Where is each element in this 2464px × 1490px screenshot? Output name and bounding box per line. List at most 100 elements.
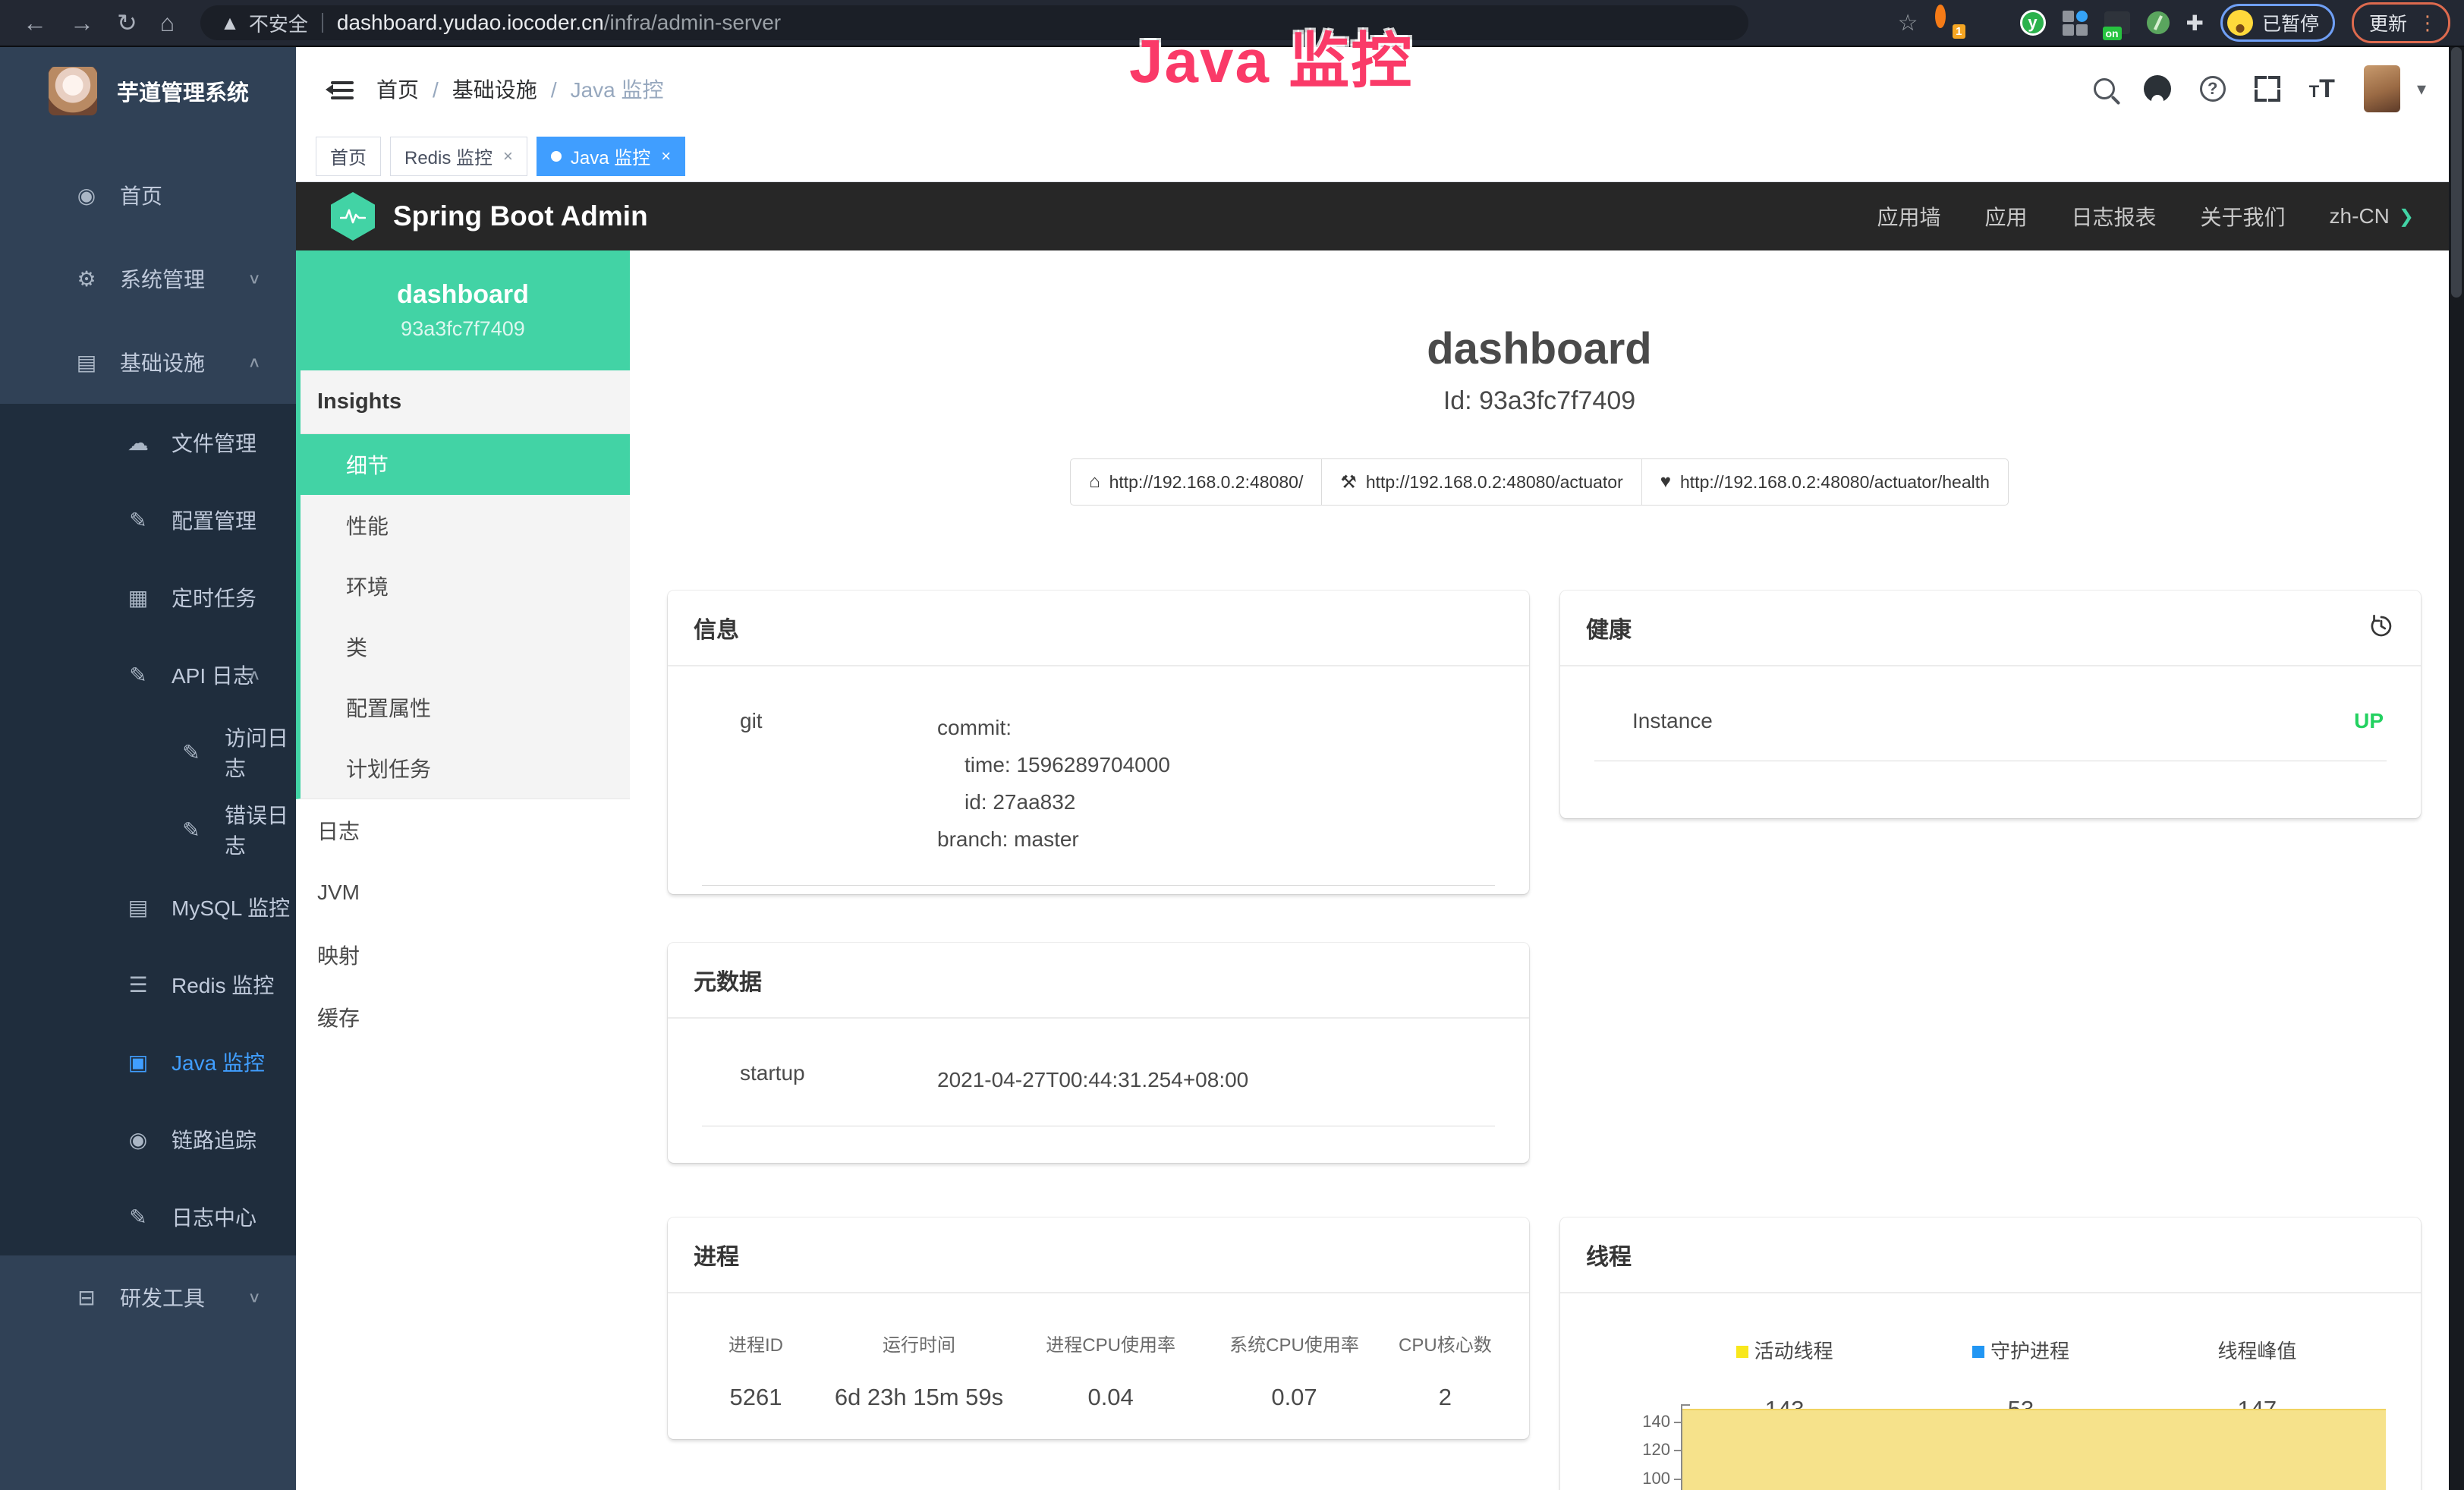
app-logo-row[interactable]: 芋道管理系统	[0, 47, 296, 131]
chevron-up-icon: ∧	[247, 353, 261, 370]
sba-item-environment[interactable]: 环境	[301, 556, 630, 616]
bookmark-star-icon[interactable]: ☆	[1898, 10, 1918, 36]
tab-java-monitor[interactable]: Java 监控 ×	[537, 137, 685, 176]
url-host[interactable]: dashboard.yudao.iocoder.cn	[337, 11, 604, 35]
tab-redis-monitor[interactable]: Redis 监控 ×	[390, 137, 527, 176]
sba-brand[interactable]: Spring Boot Admin	[331, 192, 648, 241]
service-url-button[interactable]: ⌂ http://192.168.0.2:48080/	[1070, 458, 1322, 506]
extensions-puzzle-icon[interactable]: ✚	[2186, 11, 2204, 36]
update-button[interactable]: 更新 ⋮	[2352, 2, 2450, 43]
column-header: 系统CPU使用率	[1204, 1330, 1384, 1356]
sidebar-item-label: 系统管理	[120, 263, 205, 294]
sba-item-logging[interactable]: 日志	[296, 799, 630, 862]
reload-icon[interactable]: ↻	[117, 11, 137, 35]
health-url-button[interactable]: ♥ http://192.168.0.2:48080/actuator/heal…	[1641, 458, 2009, 506]
chevron-down-icon: ∨	[247, 1288, 261, 1306]
sidebar-item-api-log[interactable]: ✎ API 日志 ∧	[0, 636, 296, 713]
extension-icon-3[interactable]: y	[2020, 10, 2046, 36]
git-id-line: id: 27aa832	[937, 783, 1170, 821]
help-icon[interactable]: ?	[2200, 76, 2226, 102]
extension-icon-1[interactable]: 1	[1935, 10, 1961, 36]
breadcrumb-home[interactable]: 首页	[376, 74, 419, 104]
extension-icon-6[interactable]	[2147, 11, 2170, 34]
url-path[interactable]: /infra/admin-server	[604, 11, 781, 35]
browser-right-cluster: ☆ 1 y on ✚ 已暂停 更新 ⋮	[1898, 2, 2450, 43]
close-icon[interactable]: ×	[503, 146, 513, 166]
card-title: 线程	[1586, 1238, 1632, 1271]
sba-content: dashboard Id: 93a3fc7f7409 ⌂ http://192.…	[630, 250, 2449, 1490]
sba-item-scheduled-tasks[interactable]: 计划任务	[301, 738, 630, 799]
breadcrumb-infrastructure[interactable]: 基础设施	[419, 74, 537, 104]
tab-label: Java 监控	[571, 143, 650, 169]
sidebar-item-mysql-monitor[interactable]: ▤ MySQL 监控	[0, 868, 296, 946]
tab-home[interactable]: 首页	[316, 137, 381, 176]
locale-select[interactable]: zh-CN ❯	[2330, 204, 2414, 228]
back-icon[interactable]: ←	[23, 11, 47, 35]
app-title: 芋道管理系统	[117, 75, 249, 107]
chevron-down-icon[interactable]: ▾	[2417, 78, 2426, 100]
sidebar-item-trace[interactable]: ◉ 链路追踪	[0, 1101, 296, 1178]
actuator-url-button[interactable]: ⚒ http://192.168.0.2:48080/actuator	[1321, 458, 1641, 506]
sidebar-item-home[interactable]: ◉ 首页	[0, 153, 296, 237]
row-label: Instance	[1632, 709, 1713, 733]
user-avatar[interactable]	[2364, 65, 2400, 112]
pulse-line	[340, 207, 366, 225]
card-title: 健康	[1586, 611, 1632, 644]
page-scrollbar[interactable]	[2449, 47, 2464, 1490]
sidebar-item-redis-monitor[interactable]: ☰ Redis 监控	[0, 946, 296, 1023]
sidebar-item-config-manage[interactable]: ✎ 配置管理	[0, 481, 296, 559]
instance-header-block[interactable]: dashboard 93a3fc7f7409	[296, 250, 630, 370]
sba-item-details[interactable]: 细节	[301, 434, 630, 495]
sba-item-metrics[interactable]: 性能	[301, 495, 630, 556]
extension-icon-4[interactable]	[2063, 11, 2088, 36]
font-size-icon[interactable]: TT	[2309, 74, 2335, 104]
fullscreen-icon[interactable]	[2255, 76, 2280, 102]
sba-item-caches[interactable]: 缓存	[296, 986, 630, 1048]
nav-applications[interactable]: 应用	[1985, 201, 2028, 232]
sidebar-item-file-manage[interactable]: ☁ 文件管理	[0, 404, 296, 481]
sidebar-item-error-log[interactable]: ✎ 错误日志	[0, 791, 296, 868]
update-label: 更新	[2369, 9, 2407, 36]
scrollbar-thumb[interactable]	[2451, 47, 2462, 298]
sba-item-classes[interactable]: 类	[301, 616, 630, 677]
extension-icon-5[interactable]: on	[2104, 11, 2130, 34]
nav-journal[interactable]: 日志报表	[2072, 201, 2157, 232]
address-bar[interactable]: ▲ 不安全 dashboard.yudao.iocoder.cn /infra/…	[200, 5, 1748, 40]
infrastructure-submenu: ☁ 文件管理 ✎ 配置管理 ▦ 定时任务 ✎ API 日志 ∧ ✎	[0, 404, 296, 1255]
security-warning-icon[interactable]: ▲	[220, 11, 240, 35]
sidebar-item-infrastructure[interactable]: ▤ 基础设施 ∧	[0, 320, 296, 404]
forward-icon[interactable]: →	[70, 11, 94, 35]
sba-item-jvm[interactable]: JVM	[296, 862, 630, 924]
close-icon[interactable]: ×	[661, 146, 671, 166]
nav-about[interactable]: 关于我们	[2201, 201, 2286, 232]
sba-item-config-props[interactable]: 配置属性	[301, 677, 630, 738]
sidebar-item-access-log[interactable]: ✎ 访问日志	[0, 713, 296, 791]
git-time-line: time: 1596289704000	[937, 746, 1170, 783]
column-header: 运行时间	[821, 1330, 1017, 1356]
github-icon[interactable]	[2144, 75, 2171, 102]
extension-icon-2[interactable]	[1978, 10, 2003, 36]
page-title: dashboard	[630, 323, 2449, 374]
history-icon[interactable]	[2368, 613, 2395, 644]
security-label[interactable]: 不安全	[249, 9, 308, 37]
card-title: 信息	[694, 611, 739, 644]
legend-label: 活动线程	[1754, 1340, 1833, 1362]
sidebar-item-java-monitor[interactable]: ▣ Java 监控	[0, 1023, 296, 1101]
sidebar-item-system[interactable]: ⚙ 系统管理 ∨	[0, 237, 296, 320]
sidebar-item-label: MySQL 监控	[172, 892, 290, 922]
git-branch-line: branch: master	[937, 821, 1170, 858]
sidebar-item-log-center[interactable]: ✎ 日志中心	[0, 1178, 296, 1255]
search-icon[interactable]	[2094, 78, 2115, 99]
sba-item-mappings[interactable]: 映射	[296, 924, 630, 986]
metadata-row-startup: startup 2021-04-27T00:44:31.254+08:00	[702, 1061, 1495, 1126]
nav-applications-wall[interactable]: 应用墙	[1877, 201, 1940, 232]
metadata-card: 元数据 startup 2021-04-27T00:44:31.254+08:0…	[668, 943, 1529, 1163]
sidebar-item-dev-tools[interactable]: ⊟ 研发工具 ∨	[0, 1255, 296, 1339]
home-icon[interactable]: ⌂	[160, 11, 175, 35]
java-monitor-icon: ▣	[121, 1050, 155, 1075]
process-card: 进程 进程ID 5261 运行时间 6d 23h 15m 59s 进程CPU使用…	[668, 1218, 1529, 1439]
profile-paused-pill[interactable]: 已暂停	[2220, 4, 2335, 42]
sidebar-fold-icon[interactable]	[320, 77, 354, 101]
sidebar-item-scheduled-jobs[interactable]: ▦ 定时任务	[0, 559, 296, 636]
menu-kebab-icon[interactable]: ⋮	[2418, 11, 2437, 35]
